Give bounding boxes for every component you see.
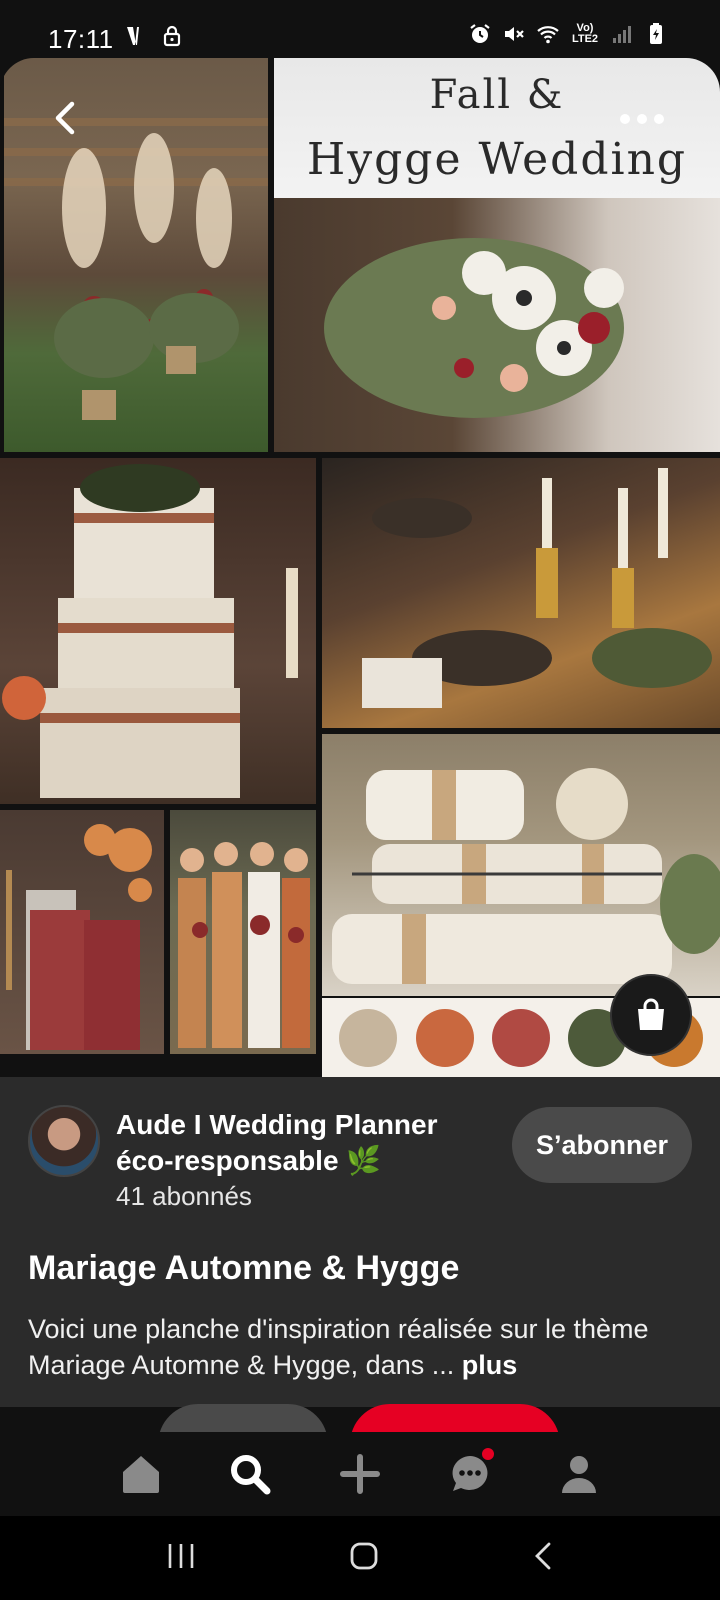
chevron-left-icon [55, 101, 75, 135]
alarm-icon [470, 24, 490, 43]
wedding-cake-photo [0, 458, 316, 804]
home-circle-icon [350, 1542, 378, 1569]
follower-count: 41 abonnés [116, 1181, 252, 1211]
plus-icon [339, 1454, 380, 1494]
blankets-photo [322, 734, 720, 996]
nav-create[interactable] [332, 1446, 388, 1502]
creator-name[interactable]: Aude I Wedding Planner éco-responsable 🌿 [116, 1107, 476, 1179]
recents-icon [169, 1543, 194, 1568]
more-dots-icon [620, 114, 630, 124]
search-icon [231, 1455, 271, 1495]
pin-title: Mariage Automne & Hygge [28, 1249, 460, 1287]
wedding-cake-art [2, 464, 298, 798]
nav-messages[interactable] [442, 1446, 498, 1502]
more-link[interactable]: plus [462, 1350, 518, 1380]
shopping-bag-icon [638, 998, 664, 1030]
more-dots-icon [654, 114, 664, 124]
bouquet-photo [274, 198, 720, 452]
lock-icon [163, 25, 181, 47]
pin-description: Voici une planche d'inspiration réalisée… [28, 1311, 698, 1383]
title-card-line2: Hygge Wedding [306, 134, 688, 185]
pin-title-card: Fall & Hygge Wedding [274, 58, 720, 198]
status-bar: 17:11 Vo) LTE2 [0, 0, 720, 60]
status-left-icons [124, 24, 184, 48]
status-right-icons: Vo) LTE2 [468, 22, 668, 46]
nav-profile[interactable] [551, 1446, 607, 1502]
more-options-button[interactable] [620, 114, 664, 124]
pin-description-text: Voici une planche d'inspiration réalisée… [28, 1314, 649, 1380]
system-back-button[interactable] [531, 1540, 555, 1577]
palette-swatch [415, 1009, 474, 1067]
battery-icon [650, 23, 662, 44]
palette-swatch [339, 1009, 398, 1067]
bridesmaids-photo [170, 810, 316, 1054]
avatar[interactable] [28, 1105, 100, 1177]
bridesmaids-art [178, 842, 310, 1048]
bottom-nav [0, 1432, 720, 1516]
more-dots-icon [637, 114, 647, 124]
wifi-icon [537, 26, 559, 44]
v-app-icon [127, 27, 139, 45]
recents-button[interactable] [165, 1541, 197, 1576]
nav-home[interactable] [113, 1446, 169, 1502]
follow-button[interactable]: S’abonner [512, 1107, 692, 1183]
network-label: Vo) LTE2 [571, 22, 599, 45]
signal-icon [613, 26, 631, 43]
shop-button[interactable] [610, 974, 692, 1056]
back-button[interactable] [40, 92, 92, 144]
home-icon [122, 1456, 159, 1493]
blankets-art [332, 768, 720, 984]
invitation-photo [0, 810, 164, 1054]
title-card-line1: Fall & [429, 72, 565, 118]
mute-icon [505, 27, 524, 41]
nav-search[interactable] [222, 1446, 278, 1502]
palette-swatch [491, 1009, 550, 1067]
system-home-button[interactable] [348, 1540, 380, 1577]
pin-image[interactable]: Fall & Hygge Wedding [0, 58, 720, 1078]
notification-dot [481, 1448, 494, 1460]
status-time: 17:11 [48, 24, 114, 54]
table-setting-photo [322, 458, 720, 728]
profile-icon [562, 1456, 597, 1493]
table-setting-art [362, 468, 712, 708]
pin-info-panel: Aude I Wedding Planner éco-responsable 🌿… [0, 1077, 720, 1407]
back-icon [534, 1542, 551, 1569]
invitation-art [6, 824, 152, 1050]
bouquet-art [324, 238, 624, 418]
system-nav-bar [0, 1516, 720, 1600]
